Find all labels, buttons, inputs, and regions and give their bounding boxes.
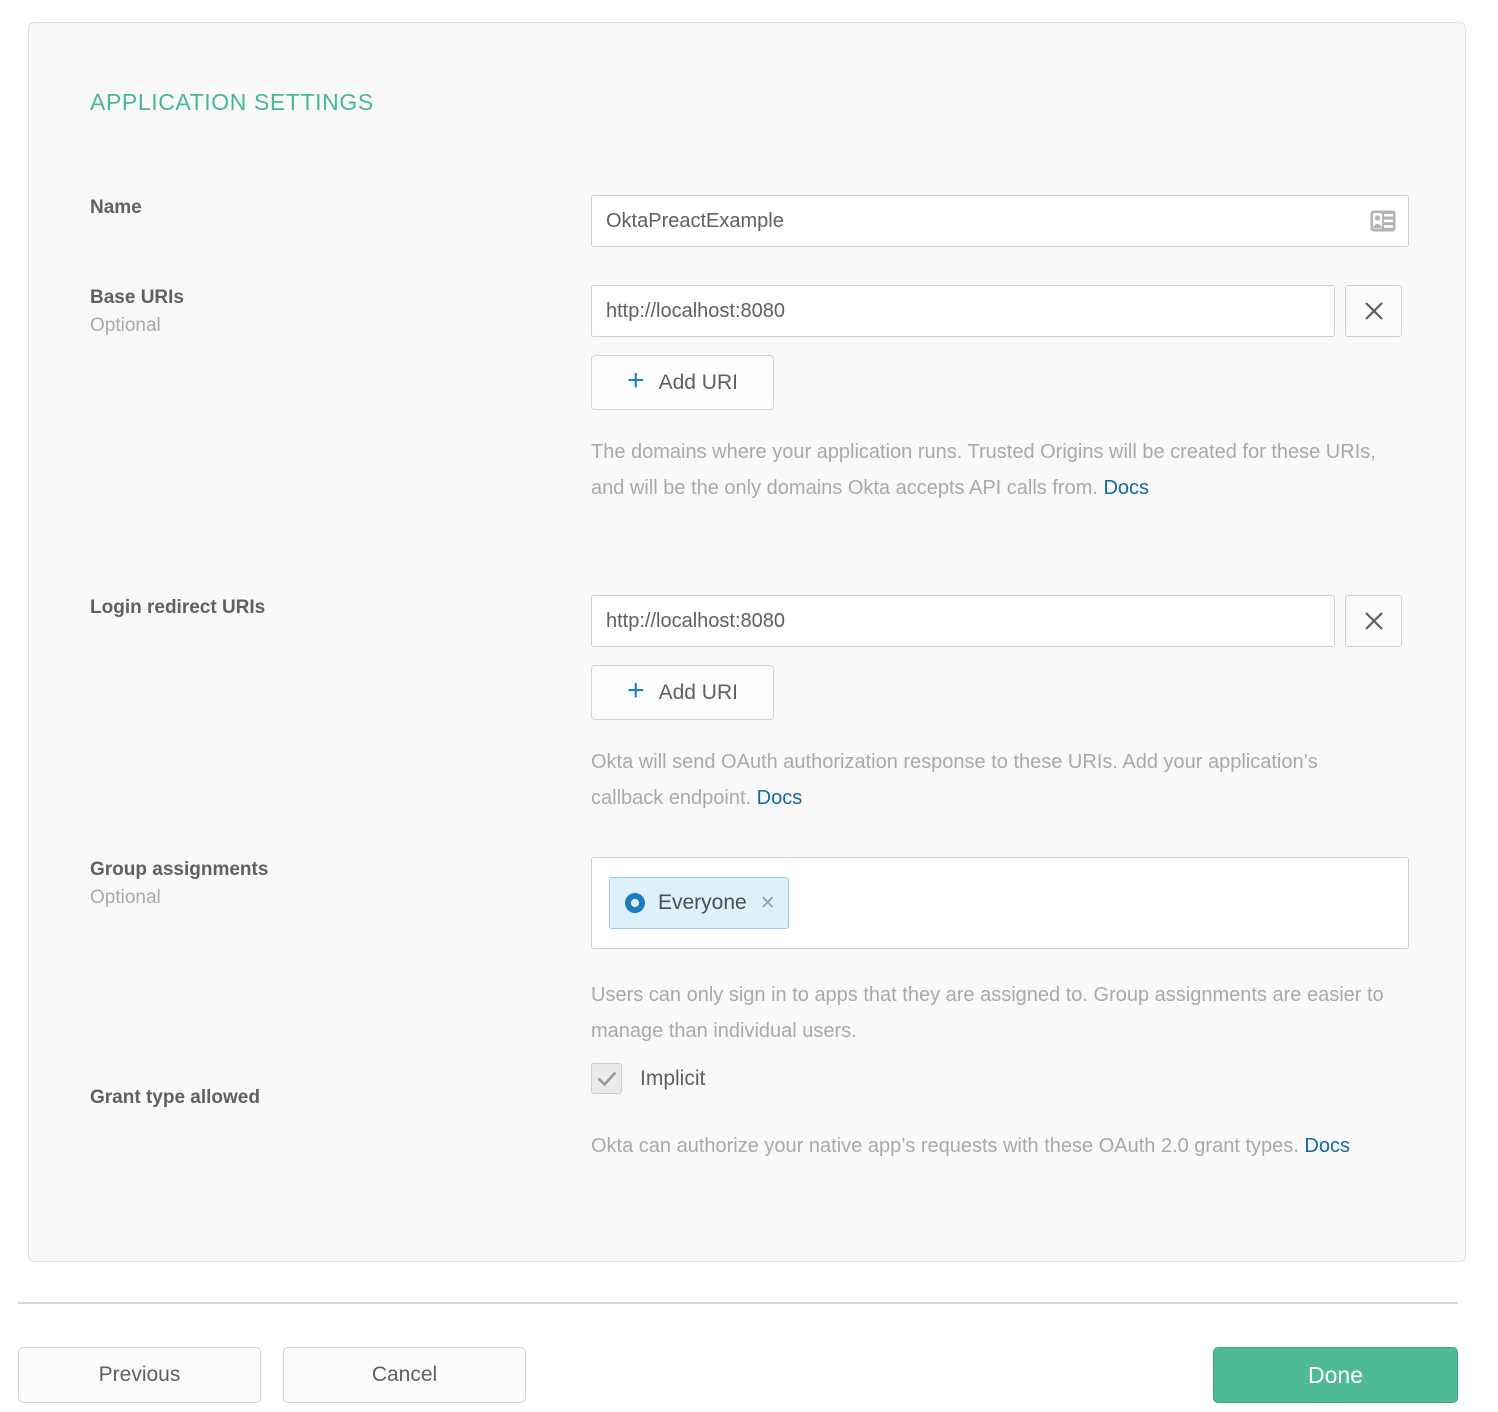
grant-type-label-group: Grant type allowed	[90, 1085, 570, 1111]
login-redirect-uris-label-group: Login redirect URIs	[90, 595, 570, 621]
page-title: APPLICATION SETTINGS	[90, 89, 374, 116]
base-uris-helper-text: The domains where your application runs.…	[591, 434, 1391, 506]
previous-button[interactable]: Previous	[18, 1347, 261, 1403]
login-redirect-uris-field-group: + Add URI Okta will send OAuth authoriza…	[591, 595, 1402, 816]
name-input[interactable]	[591, 195, 1409, 247]
base-uris-add-uri-label: Add URI	[659, 371, 738, 395]
login-redirect-uri-input[interactable]	[591, 595, 1335, 647]
login-redirect-uris-docs-link[interactable]: Docs	[757, 787, 803, 809]
contact-card-icon[interactable]	[1370, 210, 1396, 232]
login-redirect-uri-remove-button[interactable]	[1345, 595, 1402, 647]
base-uris-add-uri-button[interactable]: + Add URI	[591, 355, 774, 410]
checkmark-icon	[596, 1068, 618, 1090]
base-uris-docs-link[interactable]: Docs	[1103, 477, 1149, 499]
base-uris-field-group: + Add URI The domains where your applica…	[591, 285, 1402, 506]
group-assignments-label-group: Group assignments Optional	[90, 857, 570, 913]
login-redirect-uris-helper-text: Okta will send OAuth authorization respo…	[591, 744, 1391, 816]
application-settings-panel: APPLICATION SETTINGS Name	[28, 22, 1466, 1262]
group-assignments-helper-text: Users can only sign in to apps that they…	[591, 977, 1391, 1049]
implicit-checkbox-label: Implicit	[640, 1067, 705, 1091]
okta-ring-icon	[623, 891, 647, 915]
login-redirect-uris-add-uri-button[interactable]: + Add URI	[591, 665, 774, 720]
group-assignments-field-group: Everyone ✕ Users can only sign in to app…	[591, 857, 1409, 1049]
close-icon	[1364, 301, 1384, 321]
login-redirect-uris-helper-body: Okta will send OAuth authorization respo…	[591, 751, 1318, 809]
login-redirect-uris-label: Login redirect URIs	[90, 595, 570, 621]
grant-type-helper-text: Okta can authorize your native app’s req…	[591, 1128, 1391, 1164]
grant-type-implicit-row[interactable]: Implicit	[591, 1063, 1391, 1094]
plus-icon: +	[627, 366, 645, 396]
group-chip-label: Everyone	[658, 891, 747, 915]
login-redirect-uris-add-uri-label: Add URI	[659, 681, 738, 705]
base-uris-label: Base URIs	[90, 285, 570, 311]
name-label: Name	[90, 195, 570, 221]
done-button[interactable]: Done	[1213, 1347, 1458, 1403]
grant-type-field-group: Implicit Okta can authorize your native …	[591, 1063, 1391, 1164]
group-chip-close-icon[interactable]: ✕	[760, 894, 776, 913]
implicit-checkbox[interactable]	[591, 1063, 622, 1094]
group-chip-everyone[interactable]: Everyone ✕	[609, 877, 789, 929]
base-uris-helper-body: The domains where your application runs.…	[591, 441, 1376, 499]
base-uri-input[interactable]	[591, 285, 1335, 337]
group-assignments-label: Group assignments	[90, 857, 570, 883]
base-uri-entry	[591, 285, 1402, 337]
login-redirect-uri-entry	[591, 595, 1402, 647]
base-uri-remove-button[interactable]	[1345, 285, 1402, 337]
plus-icon: +	[627, 676, 645, 706]
base-uris-label-group: Base URIs Optional	[90, 285, 570, 341]
group-assignments-input[interactable]: Everyone ✕	[591, 857, 1409, 949]
cancel-button[interactable]: Cancel	[283, 1347, 526, 1403]
footer-divider	[18, 1302, 1458, 1304]
close-icon	[1364, 611, 1384, 631]
grant-type-helper-body: Okta can authorize your native app’s req…	[591, 1135, 1304, 1157]
grant-type-docs-link[interactable]: Docs	[1304, 1135, 1350, 1157]
group-assignments-optional-label: Optional	[90, 883, 570, 913]
name-field-group	[591, 195, 1409, 247]
name-label-group: Name	[90, 195, 570, 221]
base-uris-optional-label: Optional	[90, 311, 570, 341]
name-input-wrapper	[591, 195, 1409, 247]
grant-type-label: Grant type allowed	[90, 1085, 570, 1111]
